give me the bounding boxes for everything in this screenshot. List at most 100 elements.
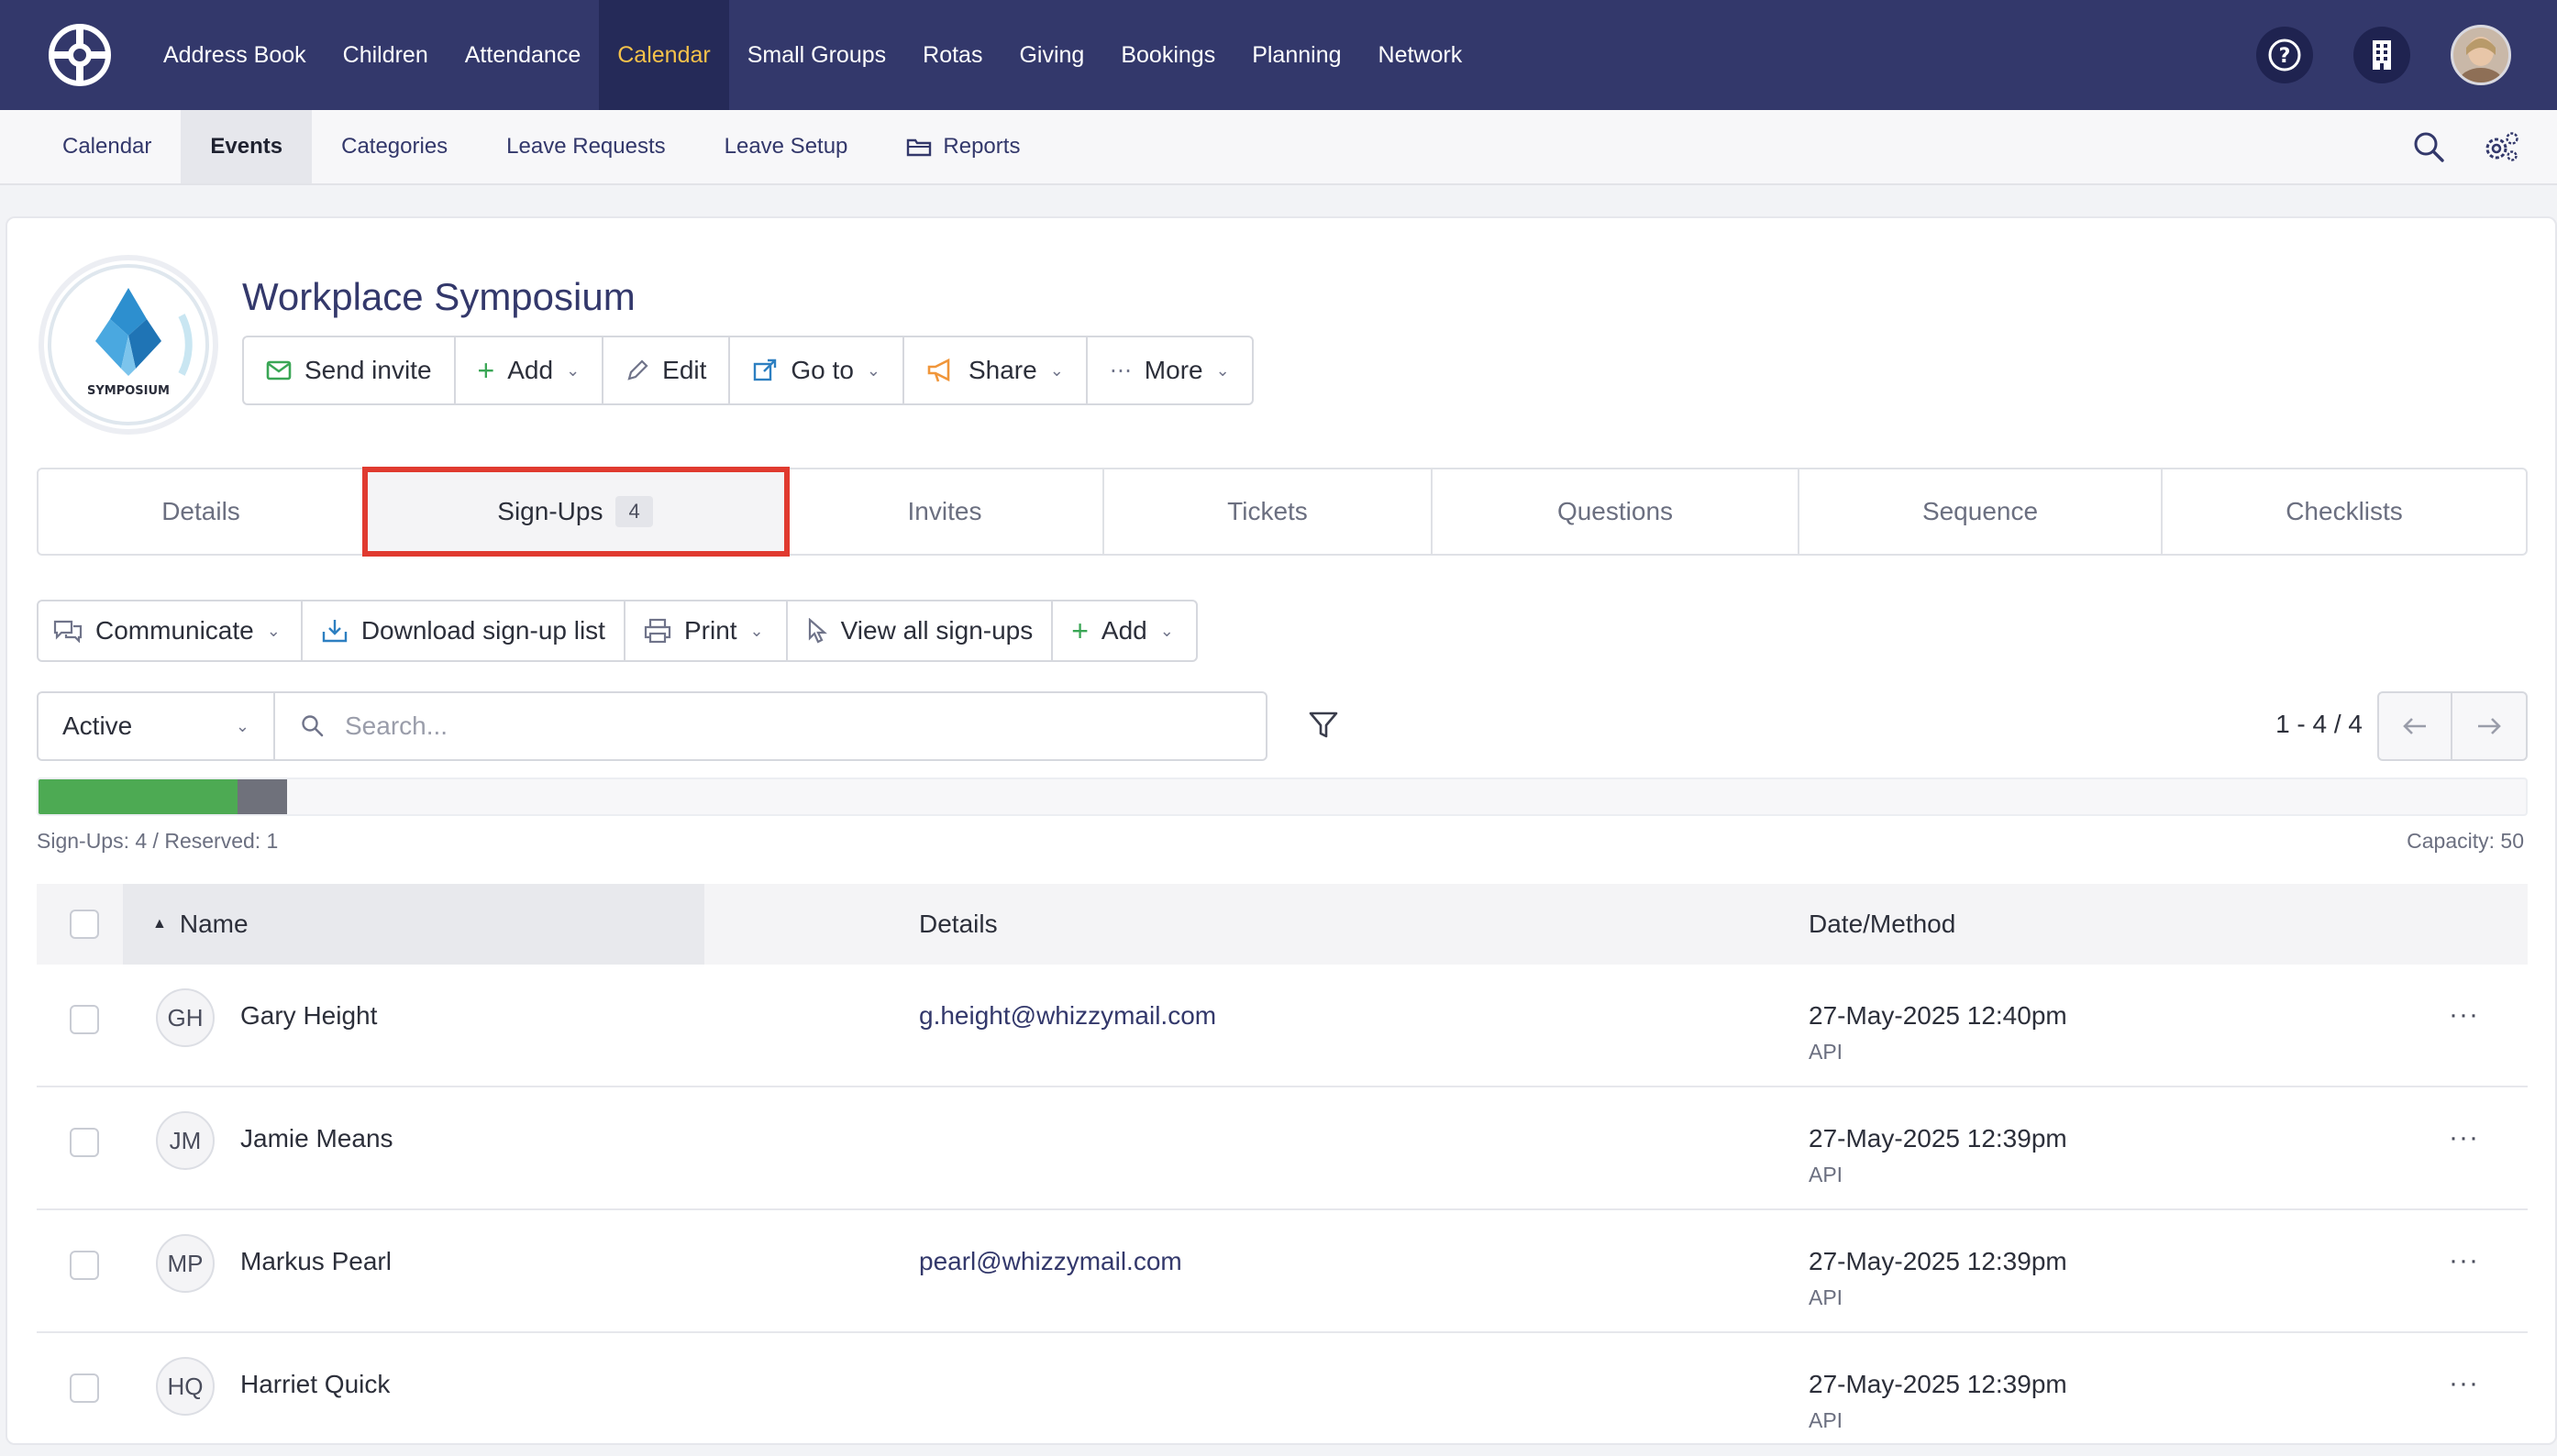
sign-ups-table: ▲ Name Details Date/Method GH Gary Heigh… [37, 884, 2528, 1456]
person-name[interactable]: Gary Height [240, 1001, 377, 1031]
user-avatar[interactable] [2451, 25, 2511, 85]
settings-icon[interactable] [2482, 130, 2520, 163]
sub-navigation: Calendar Events Categories Leave Request… [0, 110, 2557, 185]
print-dropdown-button[interactable]: Print ⌄ [625, 601, 788, 660]
person-name[interactable]: Markus Pearl [240, 1247, 392, 1276]
share-dropdown-button[interactable]: Share ⌄ [904, 337, 1088, 403]
name-header-label: Name [179, 910, 249, 938]
subnav-reports[interactable]: Reports [877, 110, 1049, 183]
pencil-icon [627, 359, 648, 381]
pagination-summary: 1 - 4 / 4 [2275, 710, 2363, 738]
subnav-events[interactable]: Events [181, 110, 313, 183]
chevron-down-icon: ⌄ [1215, 360, 1230, 380]
table-row[interactable]: MP Markus Pearl pearl@whizzymail.com 27-… [37, 1210, 2528, 1333]
person-name[interactable]: Harriet Quick [240, 1370, 390, 1399]
more-dropdown-button[interactable]: ⋯ More ⌄ [1088, 337, 1252, 403]
organisation-button[interactable] [2353, 27, 2410, 83]
name-column-header[interactable]: ▲ Name [123, 884, 704, 965]
add-sign-up-label: Add [1101, 616, 1147, 645]
chevron-down-icon: ⌄ [566, 360, 581, 380]
nav-small-groups[interactable]: Small Groups [729, 0, 904, 110]
arrow-right-icon [2478, 718, 2501, 734]
add-sign-up-dropdown-button[interactable]: + Add ⌄ [1053, 601, 1196, 660]
help-button[interactable]: ? [2256, 27, 2313, 83]
svg-text:?: ? [2279, 45, 2291, 68]
person-email-link[interactable]: g.height@whizzymail.com [919, 1001, 1216, 1031]
plus-icon: + [1071, 613, 1089, 647]
help-icon: ? [2268, 39, 2301, 72]
edit-label: Edit [662, 356, 707, 384]
tab-details[interactable]: Details [39, 469, 365, 554]
sign-ups-reserved-text: Sign-Ups: 4 / Reserved: 1 [37, 829, 279, 853]
edit-button[interactable]: Edit [603, 337, 731, 403]
sign-up-method: API [1809, 1285, 1843, 1309]
nav-calendar[interactable]: Calendar [599, 0, 729, 110]
subnav-categories[interactable]: Categories [312, 110, 477, 183]
row-checkbox[interactable] [70, 1251, 99, 1280]
tab-sign-ups[interactable]: Sign-Ups 4 [362, 467, 790, 557]
next-page-button[interactable] [2452, 693, 2526, 759]
add-dropdown-button[interactable]: + Add ⌄ [456, 337, 604, 403]
tab-tickets-label: Tickets [1227, 497, 1308, 525]
row-actions-ellipsis-icon[interactable]: ··· [2449, 1368, 2479, 1399]
event-actions-toolbar: Send invite + Add ⌄ Edit Go to ⌄ Share ⌄… [242, 336, 1254, 405]
nav-giving[interactable]: Giving [1001, 0, 1102, 110]
download-sign-up-list-button[interactable]: Download sign-up list [303, 601, 625, 660]
svg-text:SYMPOSIUM: SYMPOSIUM [87, 384, 170, 398]
person-name[interactable]: Jamie Means [240, 1124, 393, 1153]
nav-address-book[interactable]: Address Book [145, 0, 325, 110]
subnav-leave-setup[interactable]: Leave Setup [695, 110, 878, 183]
filter-icon[interactable] [1308, 710, 1339, 741]
filter-row: Active ⌄ 1 - 4 / 4 [37, 691, 2528, 761]
send-invite-button[interactable]: Send invite [244, 337, 456, 403]
go-to-dropdown-button[interactable]: Go to ⌄ [730, 337, 904, 403]
status-select-value: Active [62, 711, 133, 740]
row-actions-ellipsis-icon[interactable]: ··· [2449, 1245, 2479, 1276]
nav-children[interactable]: Children [325, 0, 447, 110]
previous-page-button[interactable] [2379, 693, 2452, 759]
status-select[interactable]: Active ⌄ [37, 691, 275, 761]
subnav-calendar[interactable]: Calendar [33, 110, 181, 183]
nav-attendance[interactable]: Attendance [447, 0, 600, 110]
tab-sequence[interactable]: Sequence [1799, 469, 2163, 554]
table-row[interactable]: HQ Harriet Quick 27-May-2025 12:39pm API… [37, 1333, 2528, 1456]
tab-invites[interactable]: Invites [787, 469, 1104, 554]
row-checkbox[interactable] [70, 1128, 99, 1157]
view-all-sign-ups-button[interactable]: View all sign-ups [788, 601, 1054, 660]
app-logo-icon[interactable] [48, 23, 112, 87]
pagination-controls [2377, 691, 2528, 761]
event-logo: SYMPOSIUM [39, 255, 218, 435]
search-box [273, 691, 1267, 761]
sign-up-date: 27-May-2025 12:39pm [1809, 1247, 2067, 1275]
nav-planning[interactable]: Planning [1234, 0, 1359, 110]
megaphone-icon [927, 358, 950, 382]
table-row[interactable]: JM Jamie Means 27-May-2025 12:39pm API ·… [37, 1087, 2528, 1210]
chevron-down-icon: ⌄ [266, 621, 281, 640]
row-actions-ellipsis-icon[interactable]: ··· [2449, 999, 2479, 1031]
avatar: JM [156, 1111, 215, 1170]
row-checkbox[interactable] [70, 1373, 99, 1403]
nav-bookings[interactable]: Bookings [1102, 0, 1234, 110]
folder-icon [907, 138, 932, 157]
pointer-icon [808, 618, 827, 644]
send-invite-label: Send invite [304, 356, 432, 384]
symposium-logo-icon: SYMPOSIUM [48, 264, 209, 425]
tab-tickets[interactable]: Tickets [1104, 469, 1433, 554]
nav-rotas[interactable]: Rotas [904, 0, 1001, 110]
row-checkbox[interactable] [70, 1005, 99, 1034]
select-all-checkbox[interactable] [70, 910, 99, 939]
table-row[interactable]: GH Gary Height g.height@whizzymail.com 2… [37, 965, 2528, 1087]
row-actions-ellipsis-icon[interactable]: ··· [2449, 1122, 2479, 1153]
reserved-fill [237, 779, 288, 814]
tab-checklists[interactable]: Checklists [2163, 469, 2526, 554]
print-label: Print [683, 616, 737, 645]
chevron-down-icon: ⌄ [866, 360, 880, 380]
search-input[interactable] [345, 711, 1225, 741]
communicate-dropdown-button[interactable]: Communicate ⌄ [39, 601, 303, 660]
person-email-link[interactable]: pearl@whizzymail.com [919, 1247, 1182, 1276]
tab-questions[interactable]: Questions [1433, 469, 1799, 554]
search-icon[interactable] [2412, 130, 2445, 163]
nav-network[interactable]: Network [1360, 0, 1481, 110]
subnav-leave-requests[interactable]: Leave Requests [477, 110, 694, 183]
communicate-label: Communicate [95, 616, 254, 645]
